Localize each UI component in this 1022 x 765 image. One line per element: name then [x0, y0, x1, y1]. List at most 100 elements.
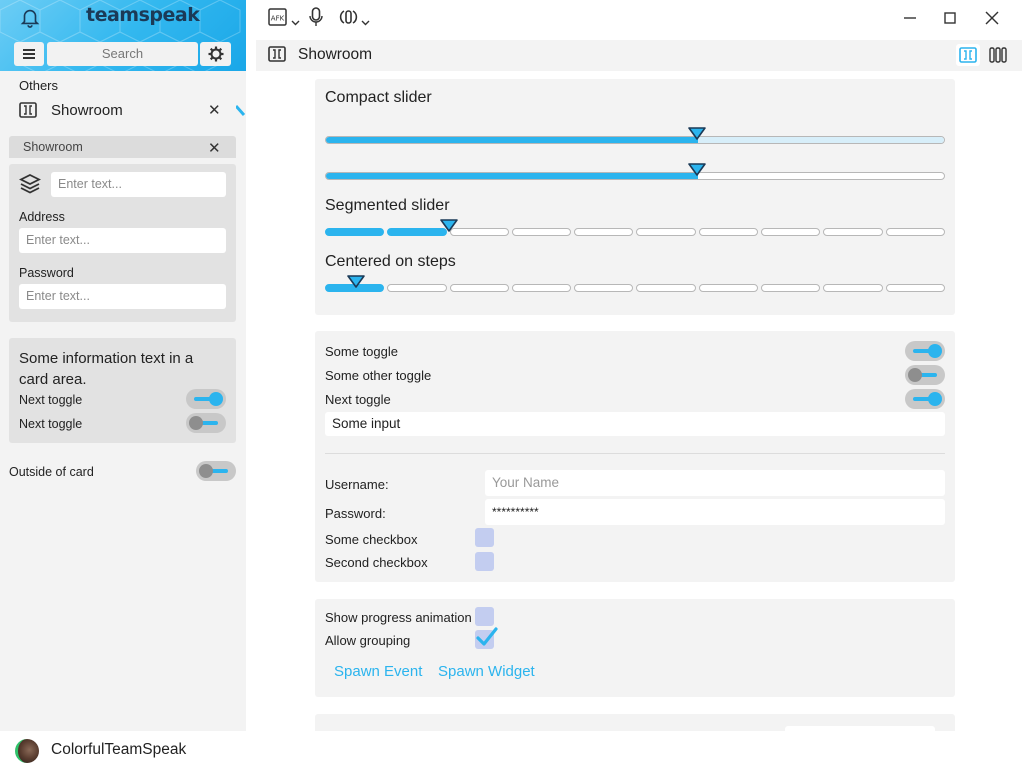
channels-view-icon[interactable] [989, 47, 1007, 63]
checkbox-label: Second checkbox [325, 555, 428, 570]
some-input[interactable]: Some input [325, 412, 945, 436]
toggle-label: Next toggle [325, 392, 391, 407]
slider-segment [761, 228, 821, 236]
top-toolbar: AFK [246, 0, 1022, 36]
status-bar: ColorfulTeamSpeak [0, 731, 246, 765]
slider-segment [511, 228, 572, 236]
main-content: Compact slider Segmented slider Centered… [246, 71, 1022, 731]
spawn-widget-button[interactable]: Spawn Widget [438, 663, 535, 680]
group-label: Others [19, 78, 59, 93]
avatar[interactable] [15, 739, 39, 763]
checkbox[interactable] [475, 552, 494, 571]
close-icon[interactable]: ✕ [208, 101, 221, 119]
spawn-event-button[interactable]: Spawn Event [334, 663, 422, 680]
server-view-icon [959, 47, 977, 63]
toggle-switch[interactable] [905, 365, 945, 385]
menu-button[interactable] [14, 42, 44, 66]
panel-title: Showroom [23, 140, 83, 154]
slider-thumb[interactable] [688, 163, 706, 177]
afk-text: AFK [271, 15, 285, 23]
next-card [315, 714, 955, 731]
slider-thumb[interactable] [347, 275, 365, 289]
centered-slider-title: Centered on steps [325, 253, 456, 270]
password-label: Password: [325, 506, 386, 521]
username-input[interactable]: Your Name [485, 470, 945, 496]
toggle-label: Some other toggle [325, 368, 432, 383]
info-card: Some information text in a card area. Ne… [9, 338, 236, 443]
minimize-icon[interactable] [900, 8, 920, 28]
slider-segment [698, 284, 759, 292]
active-indicator [236, 105, 246, 116]
afk-icon[interactable]: AFK [268, 7, 308, 29]
address-input[interactable]: Enter text... [19, 228, 226, 253]
slider-rest [698, 137, 944, 143]
slider-segment [574, 228, 634, 236]
toggle-switch[interactable] [905, 341, 945, 361]
tab-bar: Showroom [256, 40, 1022, 71]
connect-panel: Enter text... Address Enter text... Pass… [9, 164, 236, 322]
username: ColorfulTeamSpeak [51, 741, 187, 758]
password-input[interactable]: Enter text... [19, 284, 226, 309]
slider-segment [449, 284, 509, 292]
address-label: Address [19, 210, 65, 224]
bell-icon[interactable] [19, 6, 41, 28]
server-icon [268, 46, 286, 62]
sliders-card: Compact slider Segmented slider Centered… [315, 79, 955, 315]
info-text: Some information text in a card area. [19, 350, 194, 388]
slider-segment [449, 228, 509, 236]
search-input[interactable]: Search [47, 42, 198, 66]
centered-slider[interactable] [325, 284, 945, 292]
slider-segment [511, 284, 572, 292]
maximize-icon[interactable] [940, 8, 960, 28]
slider-segment [636, 284, 696, 292]
slider-segment [325, 228, 385, 236]
slider-thumb[interactable] [440, 219, 458, 233]
view-server-button[interactable] [956, 44, 980, 66]
close-icon[interactable]: ✕ [208, 139, 221, 157]
layers-icon [19, 173, 41, 194]
actions-card: Show progress animation Allow grouping S… [315, 599, 955, 697]
password-input[interactable]: ********** [485, 499, 945, 525]
toggle-switch[interactable] [905, 389, 945, 409]
toggle-switch[interactable] [186, 413, 226, 433]
slider-segment [885, 228, 945, 236]
slider-segment [885, 284, 945, 292]
segmented-slider-title: Segmented slider [325, 197, 450, 214]
compact-slider-1[interactable] [325, 136, 945, 144]
speaker-icon[interactable] [338, 7, 374, 29]
slider-thumb[interactable] [688, 127, 706, 141]
app-window: teamspeak Search Others Showroom ✕ Showr… [0, 0, 1022, 765]
toggle-label: Next toggle [19, 417, 83, 431]
segmented-slider[interactable] [325, 228, 945, 236]
slider-segment [823, 284, 883, 292]
compact-slider-title: Compact slider [325, 89, 432, 106]
name-input[interactable]: Enter text... [51, 172, 226, 197]
username-label: Username: [325, 477, 389, 492]
sidebar-item-showroom[interactable]: Showroom [19, 99, 229, 121]
slider-segment [761, 284, 821, 292]
settings-button[interactable] [200, 42, 231, 66]
form-card: Some toggle Some other toggle Next toggl… [315, 331, 955, 582]
microphone-icon[interactable] [308, 7, 324, 29]
outside-toggle-switch[interactable] [196, 461, 236, 481]
gear-icon [208, 46, 223, 62]
checkbox-label: Some checkbox [325, 532, 418, 547]
outside-toggle-label: Outside of card [9, 465, 94, 479]
checkbox[interactable] [475, 607, 494, 626]
toggle-switch[interactable] [186, 389, 226, 409]
sidebar-item-label: Showroom [51, 101, 123, 119]
slider-segment [823, 228, 883, 236]
checkbox-checked[interactable] [475, 627, 498, 649]
slider-segment [387, 284, 447, 292]
compact-slider-2[interactable] [325, 172, 945, 180]
password-label: Password [19, 266, 74, 280]
brand-logo: teamspeak [86, 4, 200, 26]
checkbox[interactable] [475, 528, 494, 547]
connect-panel-header: Showroom ✕ [9, 136, 236, 158]
next-card-input[interactable] [785, 726, 935, 731]
close-window-icon[interactable] [982, 8, 1002, 28]
server-icon [19, 102, 37, 118]
slider-segment [387, 228, 447, 236]
slider-fill [326, 173, 698, 179]
slider-segment [636, 228, 696, 236]
